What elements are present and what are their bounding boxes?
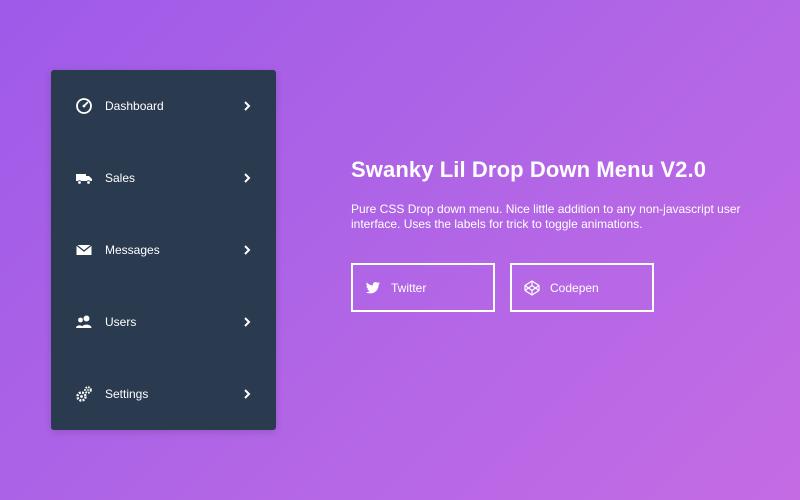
page-description: Pure CSS Drop down menu. Nice little add… (351, 202, 741, 231)
page-title: Swanky Lil Drop Down Menu V2.0 (351, 157, 707, 182)
codepen-icon (524, 279, 540, 296)
menu-item-dashboard[interactable]: Dashboard (51, 70, 276, 142)
menu-item-label: Settings (105, 387, 149, 401)
menu-item-messages[interactable]: Messages (51, 214, 276, 286)
chevron-right-icon (244, 389, 251, 399)
twitter-button-label: Twitter (391, 280, 427, 295)
envelope-icon (75, 241, 93, 259)
dropdown-menu: Dashboard Sales Messages Users Settings (51, 70, 276, 430)
menu-item-settings[interactable]: Settings (51, 358, 276, 430)
menu-item-label: Sales (105, 171, 136, 185)
twitter-button[interactable]: Twitter (351, 263, 495, 312)
dashboard-gauge-icon (75, 97, 93, 115)
codepen-button-label: Codepen (550, 280, 599, 295)
users-icon (75, 313, 93, 331)
truck-icon (75, 169, 93, 187)
chevron-right-icon (244, 245, 251, 255)
twitter-icon (365, 280, 381, 296)
button-row: Twitter Codepen (351, 263, 761, 312)
menu-item-label: Dashboard (105, 99, 164, 113)
chevron-right-icon (244, 173, 251, 183)
menu-item-label: Users (105, 315, 137, 329)
menu-item-sales[interactable]: Sales (51, 142, 276, 214)
cogs-icon (75, 385, 93, 403)
chevron-right-icon (244, 317, 251, 327)
content-panel: Swanky Lil Drop Down Menu V2.0 Pure CSS … (351, 157, 761, 312)
menu-item-label: Messages (105, 243, 160, 257)
codepen-button[interactable]: Codepen (510, 263, 654, 312)
menu-item-users[interactable]: Users (51, 286, 276, 358)
chevron-right-icon (244, 101, 251, 111)
